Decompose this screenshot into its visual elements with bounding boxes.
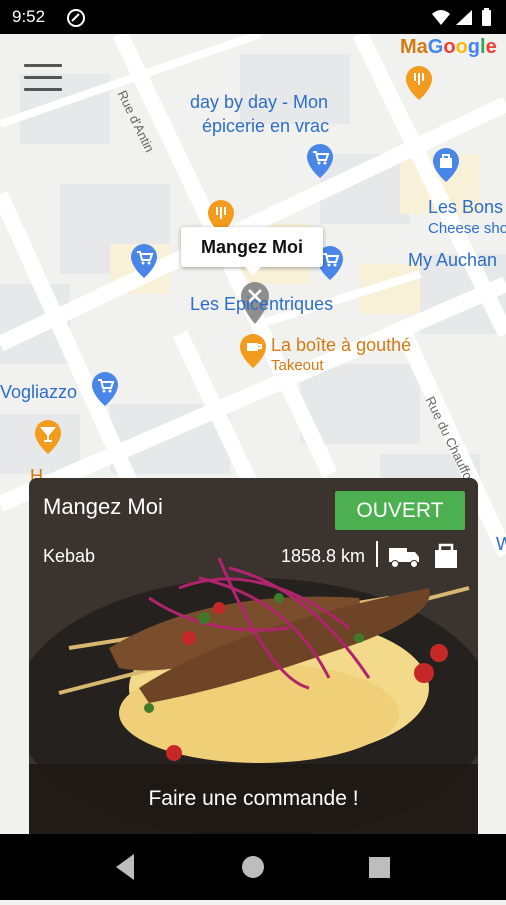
status-bar: 9:52 <box>0 0 506 34</box>
poi-label[interactable]: épicerie en vrac <box>202 116 329 137</box>
menu-button[interactable] <box>24 64 62 92</box>
poi-label[interactable]: day by day - Mon <box>190 92 328 113</box>
navigation-bar <box>0 834 506 900</box>
marker-callout[interactable]: Mangez Moi <box>181 227 323 275</box>
poi-label[interactable]: My Auchan <box>408 250 497 271</box>
shopping-bag-icon <box>435 543 457 568</box>
poi-label[interactable]: Cheese sho <box>428 220 506 237</box>
poi-label[interactable]: Les Bons <box>428 197 503 218</box>
service-icons <box>387 540 467 577</box>
battery-icon <box>482 8 491 26</box>
poi-label[interactable]: Vogliazzo <box>0 382 77 403</box>
poi-sublabel: Takeout <box>271 357 324 374</box>
signal-icon <box>456 10 472 25</box>
restaurant-category: Kebab <box>43 546 96 566</box>
poi-label-partial: W <box>496 534 506 554</box>
delivery-truck-icon <box>389 548 419 568</box>
ma-label: Ma <box>400 36 428 58</box>
status-time: 9:52 <box>12 7 46 26</box>
restaurant-distance: 1858.8 km <box>281 546 366 566</box>
order-button[interactable]: Faire une commande ! <box>29 764 478 834</box>
restaurant-name: Mangez Moi <box>43 494 163 519</box>
divider <box>376 541 378 567</box>
home-icon <box>242 856 264 878</box>
restaurant-card[interactable]: Mangez Moi OUVERT Kebab 1858.8 km Faire … <box>29 478 478 834</box>
back-icon <box>116 854 134 880</box>
system-icons <box>430 8 496 33</box>
data-saver-icon <box>66 8 86 33</box>
google-logo: MaGoogle <box>400 36 497 58</box>
wifi-icon <box>432 10 450 25</box>
open-status-badge: OUVERT <box>335 491 465 530</box>
recents-icon <box>369 857 390 878</box>
poi-label[interactable]: La boîte à gouthé <box>271 335 411 356</box>
poi-label[interactable]: Les Epicentriques <box>190 294 333 315</box>
